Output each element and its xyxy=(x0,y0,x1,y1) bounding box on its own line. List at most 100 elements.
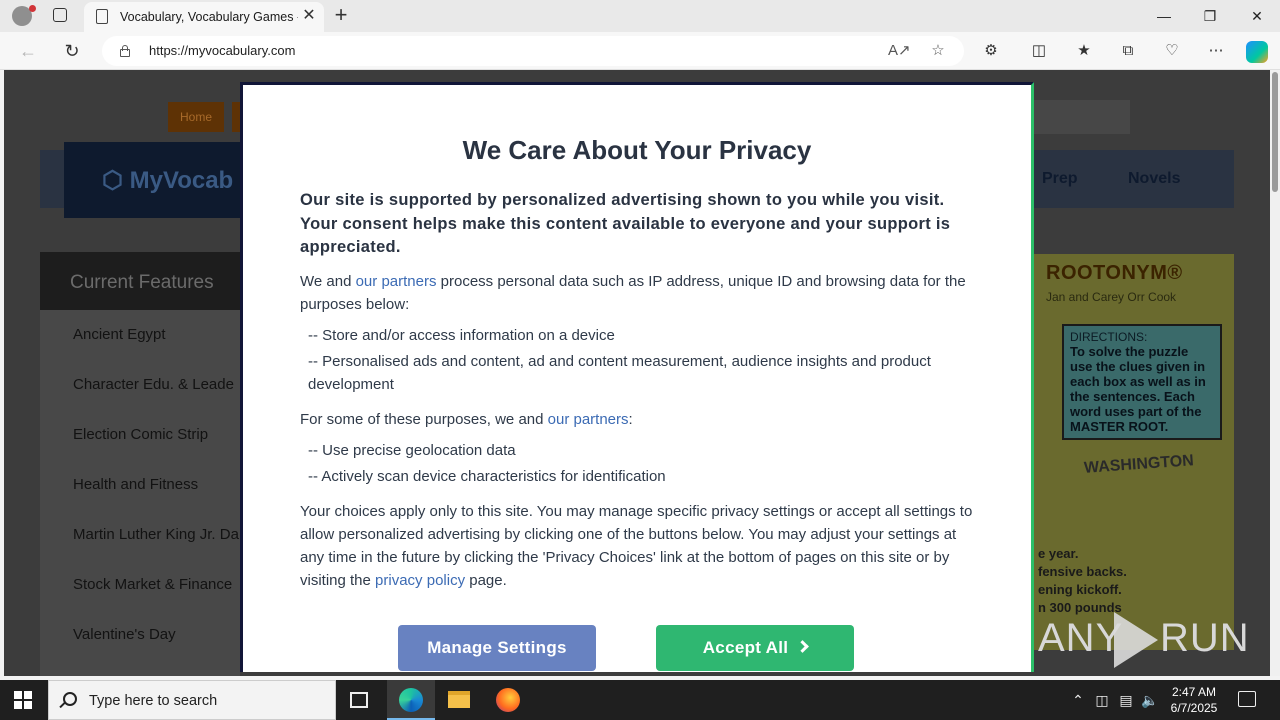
feature-item[interactable]: Health and Fitness xyxy=(73,476,198,493)
more-menu-icon[interactable]: ⋯ xyxy=(1206,41,1226,61)
privacy-policy-link[interactable]: privacy policy xyxy=(375,572,465,589)
network-icon[interactable]: ▤ xyxy=(1117,691,1135,709)
minimize-button[interactable]: — xyxy=(1152,4,1176,28)
purpose-item: -- Use precise geolocation data xyxy=(308,442,516,459)
features-heading: Current Features xyxy=(40,252,240,310)
p3-text-end: page. xyxy=(465,572,507,589)
scrollbar-thumb[interactable] xyxy=(1272,72,1278,192)
site-logo[interactable]: ⬡ MyVocab xyxy=(102,166,233,195)
page-scrollbar[interactable] xyxy=(1270,70,1280,676)
accept-all-button[interactable]: Accept All xyxy=(656,625,854,671)
features-heading-label: Current Features xyxy=(70,272,214,293)
privacy-dialog-title: We Care About Your Privacy xyxy=(462,135,812,165)
puzzle-title: ROOTONYM® xyxy=(1046,262,1183,284)
tab-close-icon[interactable]: ✕ xyxy=(300,7,318,25)
feature-item[interactable]: Ancient Egypt xyxy=(73,326,166,343)
site-search-box[interactable] xyxy=(1034,100,1130,134)
taskbar-edge[interactable] xyxy=(387,680,435,720)
site-nav-prep[interactable]: Prep xyxy=(1042,170,1078,188)
feature-item[interactable]: Election Comic Strip xyxy=(73,426,208,443)
browser-tab-bar: Vocabulary, Vocabulary Games - … ✕ + — ❐… xyxy=(0,0,1280,32)
feature-item[interactable]: Stock Market & Finance xyxy=(73,576,232,593)
our-partners-link-2[interactable]: our partners xyxy=(548,411,629,428)
puzzle-directions: DIRECTIONS: To solve the puzzle use the … xyxy=(1062,324,1222,440)
close-window-button[interactable]: ✕ xyxy=(1245,4,1269,28)
tab-actions-icon[interactable] xyxy=(53,8,67,22)
taskbar-search-placeholder: Type here to search xyxy=(89,693,218,709)
accept-all-label: Accept All xyxy=(702,638,789,657)
taskbar-search-box[interactable]: Type here to search xyxy=(48,680,336,720)
notification-icon[interactable] xyxy=(1238,691,1256,707)
rootonym-puzzle-image[interactable]: ROOTONYM® Jan and Carey Orr Cook DIRECTI… xyxy=(1034,254,1234,650)
p1-text: We and xyxy=(300,273,356,290)
clock-time: 2:47 AM xyxy=(1171,685,1217,699)
site-nav-novels[interactable]: Novels xyxy=(1128,170,1180,188)
restore-button[interactable]: ❐ xyxy=(1198,4,1222,28)
url-text[interactable]: https://myvocabulary.com xyxy=(149,43,295,58)
feature-item[interactable]: Character Edu. & Leade xyxy=(73,376,234,393)
puzzle-fragment: e year. xyxy=(1038,546,1079,561)
our-partners-link[interactable]: our partners xyxy=(356,273,437,290)
favorite-star-icon[interactable]: ☆ xyxy=(928,41,948,61)
privacy-paragraph-3: Your choices apply only to this site. Yo… xyxy=(300,500,980,592)
browser-essentials-icon[interactable]: ♡ xyxy=(1162,41,1182,61)
purpose-item: -- Personalised ads and content, ad and … xyxy=(308,353,931,393)
chevron-right-icon xyxy=(796,640,810,653)
watermark-run: RUN xyxy=(1160,616,1250,660)
new-tab-button[interactable]: + xyxy=(330,4,352,26)
p2-text-end: : xyxy=(628,411,633,428)
chevron-up-icon[interactable]: ⌃ xyxy=(1069,691,1087,709)
feature-item[interactable]: Valentine's Day xyxy=(73,626,176,643)
folder-icon xyxy=(448,691,470,708)
puzzle-directions-text: To solve the puzzle use the clues given … xyxy=(1070,344,1206,434)
windows-taskbar: Type here to search ⌃ ◫ ▤ 🔈 2:47 AM 6/7/… xyxy=(0,680,1280,720)
feature-item[interactable]: Martin Luther King Jr. Da xyxy=(73,526,239,543)
split-screen-icon[interactable]: ◫ xyxy=(1029,41,1049,61)
lock-icon[interactable] xyxy=(120,45,130,57)
taskbar-clock[interactable]: 2:47 AM 6/7/2025 xyxy=(1166,684,1222,716)
extensions-icon[interactable]: ⚙ xyxy=(981,41,1001,61)
privacy-paragraph-1: We and our partners process personal dat… xyxy=(300,270,980,316)
features-panel xyxy=(40,252,240,676)
collections-icon[interactable]: ⧉ xyxy=(1118,41,1138,61)
favorites-icon[interactable]: ★ xyxy=(1074,41,1094,61)
manage-settings-label: Manage Settings xyxy=(427,638,567,657)
p2-text: For some of these purposes, we and xyxy=(300,411,548,428)
firefox-icon xyxy=(496,688,520,712)
watermark-any: ANY xyxy=(1038,616,1124,660)
privacy-consent-dialog: We Care About Your Privacy Our site is s… xyxy=(240,82,1034,672)
tab-myvocabulary[interactable]: Vocabulary, Vocabulary Games - … ✕ xyxy=(84,2,324,32)
device-icon[interactable]: ◫ xyxy=(1093,691,1111,709)
back-button[interactable]: ← xyxy=(17,40,39,62)
privacy-paragraph-2: For some of these purposes, we and our p… xyxy=(300,408,980,431)
puzzle-byline: Jan and Carey Orr Cook xyxy=(1046,290,1177,304)
clock-date: 6/7/2025 xyxy=(1170,701,1218,715)
copilot-icon[interactable] xyxy=(1246,41,1268,63)
address-bar[interactable]: https://myvocabulary.com A↗ ☆ xyxy=(102,36,964,66)
play-icon xyxy=(1114,612,1158,668)
manage-settings-button[interactable]: Manage Settings xyxy=(398,625,596,671)
puzzle-fragment: ening kickoff. xyxy=(1038,582,1122,597)
site-logo-text: MyVocab xyxy=(129,167,234,194)
purpose-item: -- Store and/or access information on a … xyxy=(308,327,615,344)
read-aloud-icon[interactable]: A↗ xyxy=(888,41,911,61)
browser-toolbar: ← ↻ https://myvocabulary.com A↗ ☆ ⚙ ◫ ★ … xyxy=(0,32,1280,70)
puzzle-word: WASHINGTON xyxy=(1083,452,1195,477)
tab-title: Vocabulary, Vocabulary Games - … xyxy=(120,10,298,24)
task-view-icon[interactable] xyxy=(350,692,368,708)
windows-start-icon[interactable] xyxy=(14,691,32,709)
privacy-lead-text: Our site is supported by personalized ad… xyxy=(300,191,951,256)
purpose-item: -- Actively scan device characteristics … xyxy=(308,468,666,485)
volume-icon[interactable]: 🔈 xyxy=(1141,691,1159,709)
refresh-button[interactable]: ↻ xyxy=(61,40,83,62)
anyrun-watermark: ANY RUN xyxy=(1038,608,1249,674)
edge-icon xyxy=(399,688,423,712)
puzzle-fragment: fensive backs. xyxy=(1038,564,1127,579)
taskbar-file-explorer[interactable] xyxy=(435,680,483,720)
puzzle-directions-head: DIRECTIONS: xyxy=(1070,330,1148,344)
profile-notification-dot xyxy=(29,5,36,12)
taskbar-firefox[interactable] xyxy=(484,680,532,720)
page-icon xyxy=(96,9,108,24)
search-icon xyxy=(63,692,77,706)
site-home-link[interactable]: Home xyxy=(168,102,224,132)
